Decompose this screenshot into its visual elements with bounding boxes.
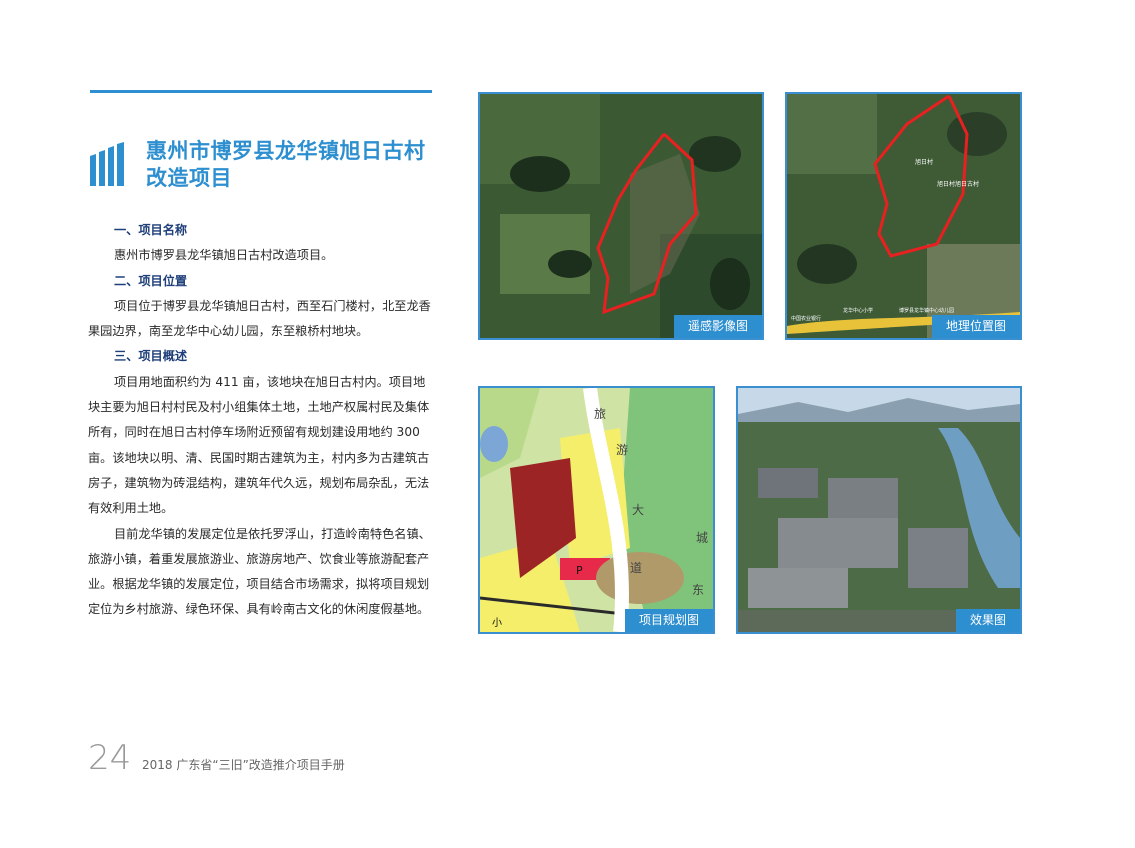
map-label-school: 龙华中心小学	[843, 307, 873, 314]
section-location-text: 项目位于博罗县龙华镇旭日古村，西至石门楼村，北至龙香果园边界，南至龙华中心幼儿园…	[88, 298, 431, 339]
map-label-bank: 中国农业银行	[791, 315, 821, 322]
planning-map-image: 旅 游 大 道 东 城 P 小 项目规划图	[478, 386, 715, 634]
plan-label-1: 旅	[594, 407, 606, 421]
rendering-image: 效果图	[736, 386, 1022, 634]
plan-label-4: 道	[630, 561, 642, 575]
location-map-caption: 地理位置图	[931, 315, 1020, 338]
section-heading-name: 一、项目名称	[114, 223, 188, 237]
map-label-village: 旭日村	[915, 158, 933, 166]
plan-label-school: 小	[492, 617, 502, 629]
plan-label-parking: P	[576, 564, 583, 577]
publication-title: 2018 广东省“三旧”改造推介项目手册	[142, 758, 345, 772]
plan-label-5: 东	[692, 583, 704, 597]
page-number: 24	[88, 738, 132, 778]
remote-sensing-image: 遥感影像图	[478, 92, 764, 340]
plan-label-2: 游	[616, 443, 628, 457]
section-heading-location: 二、项目位置	[114, 273, 188, 288]
planning-map-caption: 项目规划图	[624, 609, 713, 632]
section-overview-text-2: 目前龙华镇的发展定位是依托罗浮山，打造岭南特色名镇、旅游小镇，着重发展旅游业、旅…	[88, 526, 431, 617]
map-label-kindergarten: 博罗县龙华镇中心幼儿园	[899, 307, 954, 314]
project-description: 一、项目名称 惠州市博罗县龙华镇旭日古村改造项目。 二、项目位置 项目位于博罗县…	[88, 218, 436, 623]
building-bars-icon	[90, 142, 124, 186]
plan-label-3: 大	[632, 503, 644, 517]
location-map: 旭日村 旭日村旭日古村 博罗县龙华镇中心幼儿园 中国农业银行 龙华中心小学	[787, 94, 1020, 338]
section-heading-overview: 三、项目概述	[114, 349, 188, 364]
section-name-text: 惠州市博罗县龙华镇旭日古村改造项目。	[114, 248, 334, 263]
title-line-1: 惠州市博罗县龙华镇旭日古村	[146, 139, 426, 163]
page-title: 惠州市博罗县龙华镇旭日古村 改造项目	[146, 138, 446, 192]
planning-map: 旅 游 大 道 东 城 P 小	[480, 388, 713, 632]
location-map-image: 旭日村 旭日村旭日古村 博罗县龙华镇中心幼儿园 中国农业银行 龙华中心小学 地理…	[785, 92, 1022, 340]
aerial-rendering	[738, 388, 1020, 632]
top-rule	[90, 90, 432, 93]
rendering-caption: 效果图	[955, 609, 1020, 632]
map-label-ancient-village: 旭日村旭日古村	[937, 180, 979, 188]
section-overview-text-1: 项目用地面积约为 411 亩，该地块在旭日古村内。项目地块主要为旭日村村民及村小…	[88, 374, 430, 516]
satellite-imagery	[480, 94, 762, 338]
title-line-2: 改造项目	[146, 166, 232, 190]
plan-label-6: 城	[696, 531, 708, 545]
remote-sensing-caption: 遥感影像图	[673, 315, 762, 338]
